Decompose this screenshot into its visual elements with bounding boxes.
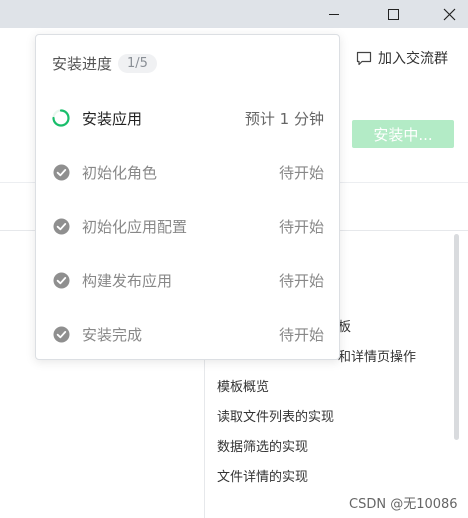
close-icon bbox=[443, 8, 455, 20]
doc-link[interactable]: 数据筛选的实现 bbox=[217, 436, 308, 455]
popover-title: 安装进度 bbox=[52, 55, 113, 73]
step-status: 待开始 bbox=[278, 325, 324, 344]
check-circle-icon bbox=[52, 217, 70, 235]
loading-spinner-icon bbox=[52, 109, 70, 127]
step-status: 待开始 bbox=[278, 217, 324, 236]
step-item-install-complete: 安装完成 待开始 bbox=[52, 322, 324, 346]
close-button[interactable] bbox=[426, 0, 468, 28]
scrollbar-thumb[interactable] bbox=[454, 234, 459, 440]
step-item-build-publish: 构建发布应用 待开始 bbox=[52, 268, 324, 292]
check-circle-icon bbox=[52, 271, 70, 289]
step-name: 安装完成 bbox=[82, 325, 143, 344]
chat-bubble-icon bbox=[356, 51, 372, 65]
step-item-init-config: 初始化应用配置 待开始 bbox=[52, 214, 324, 238]
check-circle-icon bbox=[52, 325, 70, 343]
install-button[interactable]: 安装中... bbox=[352, 120, 454, 148]
step-name: 构建发布应用 bbox=[82, 271, 173, 290]
watermark: CSDN @无10086 bbox=[349, 497, 458, 512]
join-group-link[interactable]: 加入交流群 bbox=[356, 48, 448, 68]
join-group-label: 加入交流群 bbox=[378, 51, 448, 67]
step-name: 初始化应用配置 bbox=[82, 217, 188, 236]
doc-link[interactable]: 和详情页操作 bbox=[338, 346, 416, 365]
step-name: 初始化角色 bbox=[82, 163, 158, 182]
minimize-icon bbox=[329, 13, 339, 15]
doc-link[interactable]: 读取文件列表的实现 bbox=[217, 406, 334, 425]
minimize-button[interactable] bbox=[311, 0, 357, 28]
step-item-install-app: 安装应用 预计 1 分钟 bbox=[52, 106, 324, 130]
step-name: 安装应用 bbox=[82, 109, 143, 128]
popover-header: 安装进度 1/5 bbox=[52, 53, 157, 74]
app-window: 加入交流群 安装中... 板 和详情页操作 模板概览 读取文件列表的实现 数据筛… bbox=[0, 0, 468, 518]
step-item-init-roles: 初始化角色 待开始 bbox=[52, 160, 324, 184]
maximize-icon bbox=[387, 8, 399, 20]
maximize-button[interactable] bbox=[370, 0, 416, 28]
doc-link[interactable]: 模板概览 bbox=[217, 376, 269, 395]
check-circle-icon bbox=[52, 163, 70, 181]
window-title-bar bbox=[0, 0, 468, 28]
step-status: 预计 1 分钟 bbox=[244, 109, 324, 128]
doc-link[interactable]: 文件详情的实现 bbox=[217, 466, 308, 485]
step-status: 待开始 bbox=[278, 271, 324, 290]
step-counter-badge: 1/5 bbox=[118, 54, 157, 73]
step-status: 待开始 bbox=[278, 163, 324, 182]
install-progress-popover: 安装进度 1/5 安装应用 预计 1 分钟 初始化角色 待开始 初始化应用配置 … bbox=[35, 34, 340, 360]
